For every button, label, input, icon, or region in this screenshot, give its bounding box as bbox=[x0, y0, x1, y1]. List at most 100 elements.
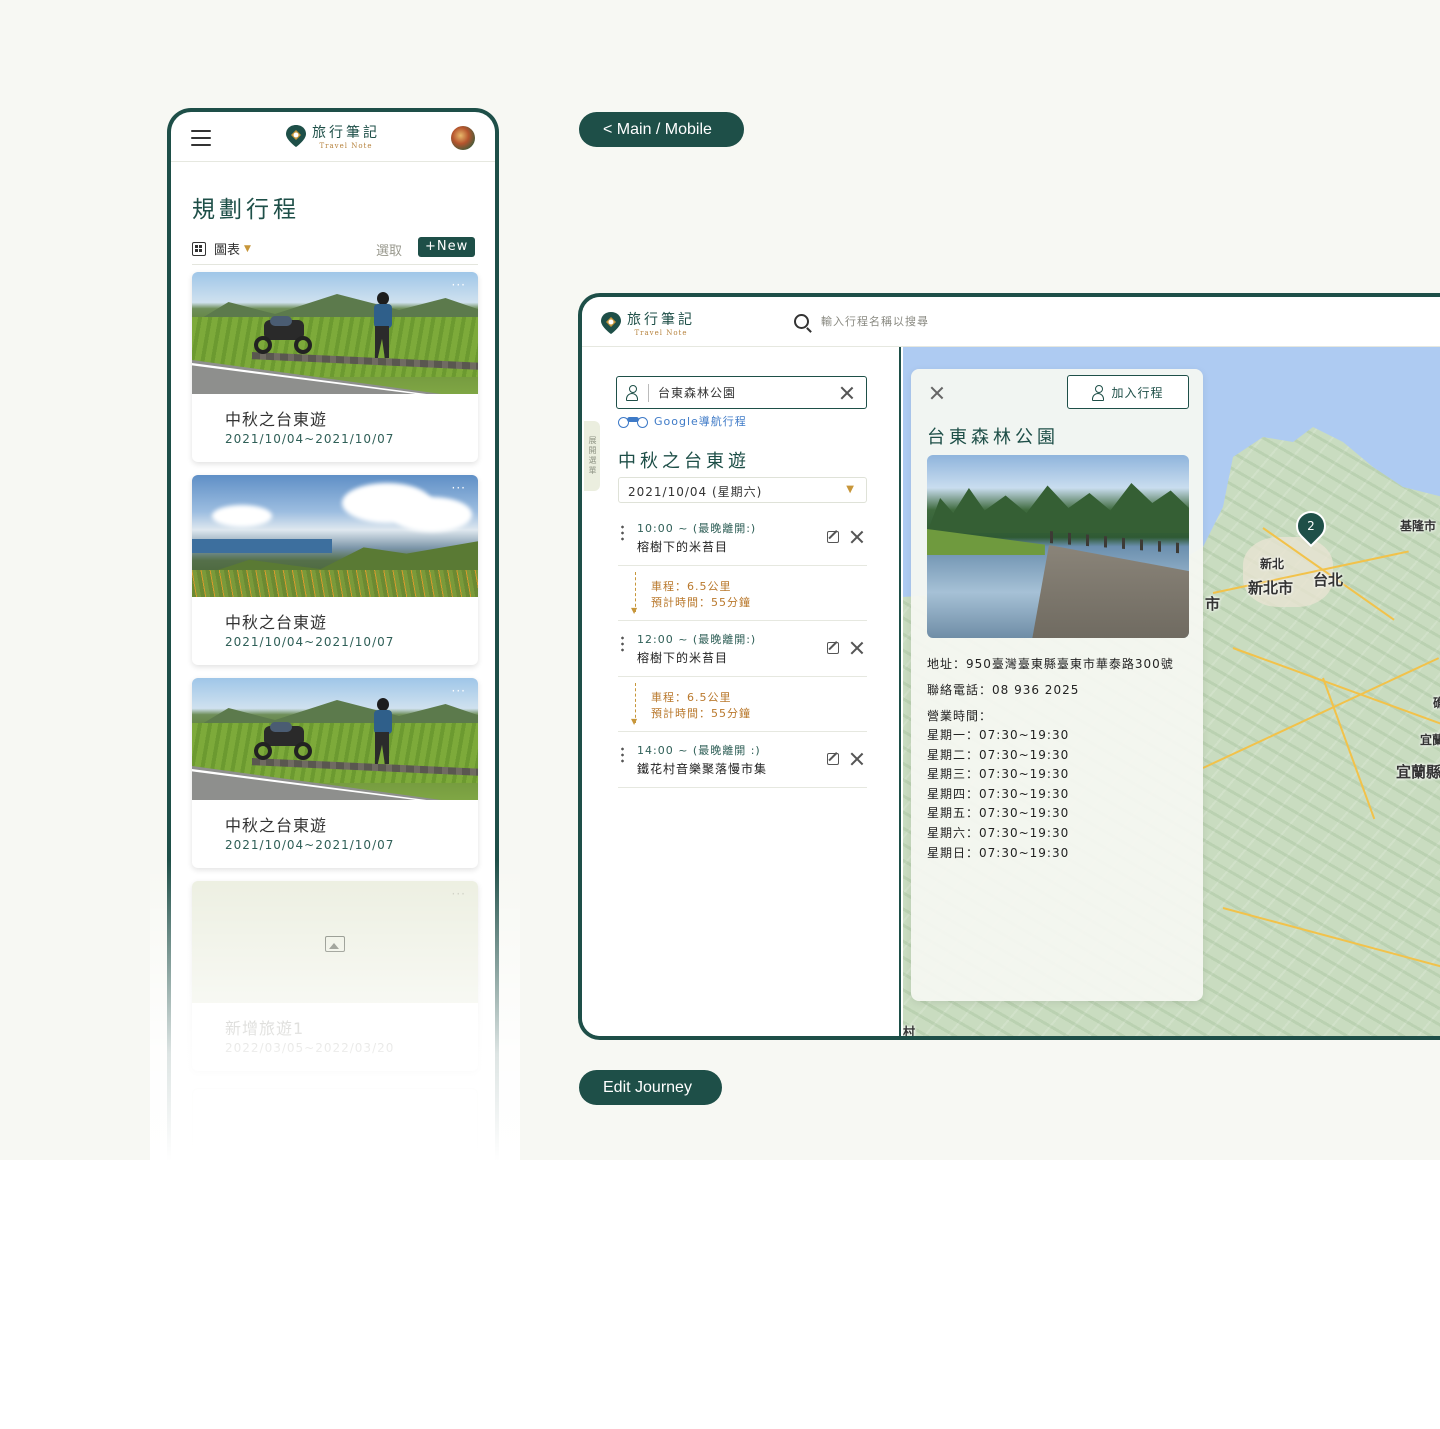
date-select-value: 2021/10/04 (星期六) bbox=[628, 485, 763, 499]
view-toggle[interactable]: 圖表 ▼ bbox=[192, 239, 251, 258]
trip-title: 中秋之台東遊 bbox=[618, 451, 750, 472]
page-title: 規劃行程 bbox=[192, 197, 300, 223]
map-label: 基隆市 bbox=[1400, 519, 1437, 533]
date-select[interactable]: 2021/10/04 (星期六) ▼ bbox=[618, 477, 867, 503]
desktop-frame: 旅行筆記 Travel Note 展開選單 台東森林公園 Google導航行程 … bbox=[578, 293, 1440, 1040]
trip-card-title: 新增旅遊1 bbox=[225, 1019, 305, 1038]
delete-icon[interactable] bbox=[850, 641, 864, 655]
map-pin-logo-icon bbox=[286, 125, 306, 147]
map-label: 宜蘭 bbox=[1420, 733, 1440, 747]
trip-photo-placeholder: ··· bbox=[192, 881, 478, 1003]
map-label: 台北 bbox=[1313, 571, 1344, 589]
logo-text-cn: 旅行筆記 bbox=[312, 125, 380, 141]
stop-time: 14:00 ~ (最晚離開 :) bbox=[637, 744, 761, 757]
trip-card-title: 中秋之台東遊 bbox=[225, 816, 328, 835]
arrow-down-icon: ▼ bbox=[631, 606, 638, 615]
edit-journey-label: Edit Journey bbox=[579, 1070, 722, 1105]
more-options-icon[interactable]: ··· bbox=[452, 278, 466, 292]
new-trip-card[interactable]: +New bbox=[192, 1088, 478, 1208]
itinerary-stop[interactable]: 14:00 ~ (最晚離開 :) 鐵花村音樂聚落慢市集 bbox=[618, 732, 867, 788]
more-options-icon[interactable]: ··· bbox=[452, 684, 466, 698]
place-search-value: 台東森林公園 bbox=[658, 386, 737, 400]
map-view[interactable]: 基隆市 新北 新北市 台北 市 宜蘭 宜蘭縣 礁 村 2 加入行程 台東森林公園… bbox=[903, 347, 1440, 1039]
place-phone: 聯絡電話：08 936 2025 bbox=[927, 683, 1080, 697]
trip-card[interactable]: ··· 中秋之台東遊 2021/10/04~2021/10/07 bbox=[192, 678, 478, 868]
place-info: 地址：950臺灣臺東縣臺東市華泰路300號 聯絡電話：08 936 2025 營… bbox=[927, 654, 1189, 863]
drag-handle-icon[interactable] bbox=[621, 635, 624, 653]
expand-menu-tab[interactable]: 展開選單 bbox=[584, 421, 600, 491]
map-label: 村 bbox=[903, 1025, 916, 1039]
drag-handle-icon[interactable] bbox=[621, 746, 624, 764]
close-icon[interactable] bbox=[930, 386, 944, 400]
trip-card-dates: 2021/10/04~2021/10/07 bbox=[225, 432, 395, 446]
itinerary-sidebar: 展開選單 台東森林公園 Google導航行程 中秋之台東遊 2021/10/04… bbox=[582, 347, 901, 1036]
place-search-field[interactable]: 台東森林公園 bbox=[616, 376, 867, 409]
travel-distance: 車程：6.5公里 bbox=[651, 580, 732, 593]
person-icon bbox=[626, 385, 639, 401]
edit-icon[interactable] bbox=[827, 531, 839, 543]
map-label: 新北市 bbox=[1248, 579, 1294, 597]
trip-card-dates: 2022/03/05~2022/03/20 bbox=[225, 1041, 395, 1055]
travel-duration: 預計時間：55分鐘 bbox=[651, 707, 751, 720]
hours-row: 星期五：07:30~19:30 bbox=[927, 806, 1070, 821]
more-options-icon[interactable]: ··· bbox=[452, 481, 466, 495]
itinerary-stop[interactable]: 12:00 ~ (最晚離開:) 榕樹下的米苔目 bbox=[618, 621, 867, 677]
new-trip-card-label: +New bbox=[310, 1173, 360, 1191]
hours-label: 營業時間： bbox=[927, 709, 993, 723]
map-label: 宜蘭縣 bbox=[1396, 763, 1440, 781]
stop-name: 榕樹下的米苔目 bbox=[637, 540, 729, 554]
add-to-trip-button[interactable]: 加入行程 bbox=[1067, 375, 1189, 409]
stop-name: 榕樹下的米苔目 bbox=[637, 651, 729, 665]
edit-icon[interactable] bbox=[827, 642, 839, 654]
desktop-header: 旅行筆記 Travel Note bbox=[582, 297, 1440, 347]
trip-card[interactable]: ··· 中秋之台東遊 2021/10/04~2021/10/07 bbox=[192, 272, 478, 462]
logo-text-en: Travel Note bbox=[634, 329, 688, 337]
itinerary-stop[interactable]: 10:00 ~ (最晚離開:) 榕樹下的米苔目 bbox=[618, 510, 867, 566]
motorcycle-icon bbox=[618, 414, 648, 428]
new-trip-button[interactable]: +New bbox=[418, 237, 476, 257]
stop-name: 鐵花村音樂聚落慢市集 bbox=[637, 762, 768, 776]
place-address: 地址：950臺灣臺東縣臺東市華泰路300號 bbox=[927, 657, 1174, 671]
hours-row: 星期三：07:30~19:30 bbox=[927, 767, 1070, 782]
mobile-toolbar: 圖表 ▼ 選取 +New bbox=[192, 235, 478, 265]
chevron-down-icon: ▼ bbox=[846, 484, 854, 495]
delete-icon[interactable] bbox=[850, 752, 864, 766]
stop-time: 10:00 ~ (最晚離開:) bbox=[637, 522, 757, 535]
search-input[interactable] bbox=[821, 315, 1121, 328]
drag-handle-icon[interactable] bbox=[621, 524, 624, 542]
trip-photo: ··· bbox=[192, 272, 478, 394]
travel-duration: 預計時間：55分鐘 bbox=[651, 596, 751, 609]
logo-text-cn: 旅行筆記 bbox=[627, 312, 695, 328]
mobile-frame: 旅行筆記 Travel Note 規劃行程 圖表 ▼ 選取 +New ··· 中… bbox=[167, 108, 499, 1208]
trip-card-dates: 2021/10/04~2021/10/07 bbox=[225, 635, 395, 649]
travel-distance: 車程：6.5公里 bbox=[651, 691, 732, 704]
more-options-icon[interactable]: ··· bbox=[452, 887, 466, 901]
map-label: 新北 bbox=[1260, 557, 1285, 571]
trip-card-dates: 2021/10/04~2021/10/07 bbox=[225, 838, 395, 852]
map-pin-count: 2 bbox=[1307, 519, 1315, 533]
search-icon[interactable] bbox=[794, 314, 809, 329]
arrow-down-icon: ▼ bbox=[631, 717, 638, 726]
clear-icon[interactable] bbox=[840, 386, 854, 400]
avatar[interactable] bbox=[451, 126, 475, 150]
image-icon bbox=[325, 936, 345, 952]
select-button[interactable]: 選取 bbox=[376, 240, 402, 259]
travel-segment: ▼ 車程：6.5公里 預計時間：55分鐘 bbox=[618, 677, 867, 732]
person-icon bbox=[1092, 384, 1105, 401]
trip-card[interactable]: ··· 新增旅遊1 2022/03/05~2022/03/20 bbox=[192, 881, 478, 1071]
hours-row: 星期二：07:30~19:30 bbox=[927, 747, 1070, 762]
chevron-down-icon: ▼ bbox=[244, 243, 251, 254]
google-nav-link[interactable]: Google導航行程 bbox=[618, 413, 747, 429]
menu-icon[interactable] bbox=[191, 130, 211, 146]
app-logo[interactable]: 旅行筆記 Travel Note bbox=[285, 122, 380, 150]
edit-icon[interactable] bbox=[827, 753, 839, 765]
place-photo bbox=[927, 455, 1189, 638]
hours-row: 星期六：07:30~19:30 bbox=[927, 825, 1070, 840]
hours-row: 星期日：07:30~19:30 bbox=[927, 845, 1070, 860]
app-logo[interactable]: 旅行筆記 Travel Note bbox=[600, 309, 695, 337]
place-title: 台東森林公園 bbox=[927, 427, 1059, 448]
google-nav-label: Google導航行程 bbox=[654, 415, 747, 428]
trip-card[interactable]: ··· 中秋之台東遊 2021/10/04~2021/10/07 bbox=[192, 475, 478, 665]
delete-icon[interactable] bbox=[850, 530, 864, 544]
opening-hours: 星期一：07:30~19:30 星期二：07:30~19:30 星期三：07:3… bbox=[927, 726, 1189, 863]
